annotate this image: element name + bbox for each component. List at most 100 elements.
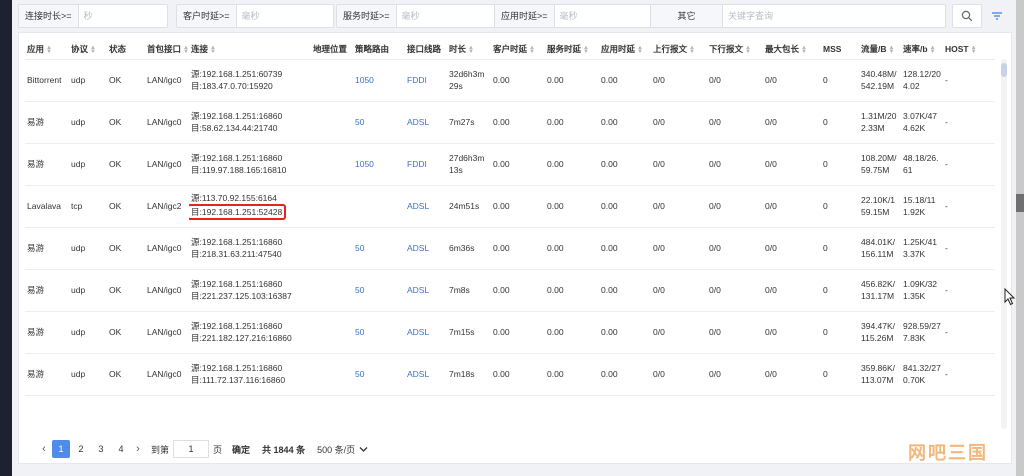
- cell-app-delay: 0.00: [599, 185, 651, 228]
- cell-host: -: [943, 353, 995, 396]
- cell-client-delay: 0.00: [491, 269, 545, 312]
- col-header-duration[interactable]: 时长 ▲ ▼: [447, 39, 491, 60]
- page-3-button[interactable]: 3: [92, 440, 110, 458]
- table-row[interactable]: 易游 udp OK LAN/igc0 源:192.168.1.251:16860…: [25, 227, 995, 270]
- app-area: 连接时长>= 客户时延>= 服务时延>= 应用时延>= 其它: [12, 0, 1016, 476]
- col-header-rate[interactable]: 速率/b ▲ ▼: [901, 39, 943, 60]
- col-header-app[interactable]: 应用 ▲ ▼: [25, 39, 69, 60]
- server-delay-input[interactable]: [396, 5, 495, 27]
- window-scroll-thumb[interactable]: [1016, 194, 1024, 212]
- next-page-button[interactable]: ›: [131, 441, 145, 457]
- table-row[interactable]: 易游 udp OK LAN/igc0 源:192.168.1.251:16860…: [25, 353, 995, 396]
- col-header-up-packets[interactable]: 上行报文 ▲ ▼: [651, 39, 707, 60]
- cell-host: -: [943, 143, 995, 186]
- cell-traffic: 394.47K/115.26M: [859, 311, 901, 354]
- app-delay-input[interactable]: [554, 5, 651, 27]
- cell-policy-route-link[interactable]: 50: [353, 353, 405, 396]
- session-table-wrap: 应用 ▲ ▼ 协议 ▲ ▼ 状态 首包接口 ▲ ▼ 连接 ▲ ▼ 地理位置 策略路由 接口线路 …: [25, 39, 995, 431]
- table-vertical-scrollbar[interactable]: [1001, 59, 1007, 429]
- cell-app-delay: 0.00: [599, 353, 651, 396]
- cell-line-link[interactable]: FDDI: [405, 143, 447, 186]
- cell-line-link[interactable]: ADSL: [405, 227, 447, 270]
- cell-policy-route-link[interactable]: 50: [353, 311, 405, 354]
- col-header-first-iface[interactable]: 首包接口 ▲ ▼: [145, 39, 189, 60]
- cell-status: OK: [107, 185, 145, 228]
- cell-server-delay: 0.00: [545, 269, 599, 312]
- scrollbar-thumb[interactable]: [1001, 63, 1007, 77]
- sort-icon: ▲ ▼: [583, 44, 589, 55]
- cell-connection: 源:192.168.1.251:60739 目:183.47.0.70:15920: [189, 59, 311, 102]
- cell-policy-route-link[interactable]: 1050: [353, 59, 405, 102]
- cell-app: 易游: [25, 353, 69, 396]
- table-row[interactable]: 易游 udp OK LAN/igc0 源:192.168.1.251:16860…: [25, 311, 995, 354]
- mouse-cursor-icon: [1004, 288, 1016, 306]
- pagination: ‹ 1 2 3 4 › 到第 1 页 确定 共 1844 条 500 条/页: [37, 439, 368, 459]
- cell-app-delay: 0.00: [599, 311, 651, 354]
- col-header-client-delay[interactable]: 客户时延 ▲ ▼: [491, 39, 545, 60]
- prev-page-button[interactable]: ‹: [37, 441, 51, 457]
- col-header-traffic[interactable]: 流量/B ▲ ▼: [859, 39, 901, 60]
- cell-policy-route-link[interactable]: 50: [353, 101, 405, 144]
- cell-geo: [311, 59, 353, 102]
- col-header-max-packet[interactable]: 最大包长 ▲ ▼: [763, 39, 821, 60]
- cell-policy-route-link[interactable]: 50: [353, 269, 405, 312]
- client-delay-input[interactable]: [236, 5, 333, 27]
- connection-duration-input[interactable]: [78, 5, 167, 27]
- cell-max-packet: 0/0: [763, 185, 821, 228]
- cell-line-link[interactable]: ADSL: [405, 311, 447, 354]
- conn-source: 源:192.168.1.251:16860: [191, 363, 283, 373]
- sort-icon: ▲ ▼: [468, 44, 474, 55]
- search-button[interactable]: [952, 4, 982, 28]
- chevron-down-icon: [359, 446, 368, 452]
- total-count: 共 1844 条: [262, 444, 306, 455]
- page-1-button[interactable]: 1: [52, 440, 70, 458]
- col-header-app-delay[interactable]: 应用时延 ▲ ▼: [599, 39, 651, 60]
- cell-host: -: [943, 311, 995, 354]
- cell-rate: 928.59/277.83K: [901, 311, 943, 354]
- col-header-host[interactable]: HOST ▲ ▼: [943, 39, 995, 60]
- cell-policy-route-link[interactable]: [353, 185, 405, 228]
- cell-duration: 24m51s: [447, 185, 491, 228]
- conn-destination: 目:58.62.134.44:21740: [191, 123, 278, 133]
- right-edge-strip: [1016, 0, 1024, 476]
- cell-duration: 32d6h3m29s: [447, 59, 491, 102]
- col-header-server-delay[interactable]: 服务时延 ▲ ▼: [545, 39, 599, 60]
- cell-rate: 48.18/26.61: [901, 143, 943, 186]
- page-4-button[interactable]: 4: [112, 440, 130, 458]
- cell-policy-route-link[interactable]: 1050: [353, 143, 405, 186]
- col-header-line: 接口线路: [405, 39, 447, 60]
- col-header-protocol[interactable]: 协议 ▲ ▼: [69, 39, 107, 60]
- cell-traffic: 456.82K/131.17M: [859, 269, 901, 312]
- table-row[interactable]: 易游 udp OK LAN/igc0 源:192.168.1.251:16860…: [25, 143, 995, 186]
- table-header-row: 应用 ▲ ▼ 协议 ▲ ▼ 状态 首包接口 ▲ ▼ 连接 ▲ ▼ 地理位置 策略路由 接口线路 …: [25, 39, 995, 60]
- table-row[interactable]: 易游 udp OK LAN/igc0 源:192.168.1.251:16860…: [25, 269, 995, 312]
- page-size-select[interactable]: 500 条/页: [317, 443, 368, 456]
- cell-line-link[interactable]: FDDI: [405, 59, 447, 102]
- conn-destination: 目:111.72.137.116:16860: [191, 375, 286, 385]
- cell-client-delay: 0.00: [491, 143, 545, 186]
- cell-max-packet: 0/0: [763, 143, 821, 186]
- col-header-connection[interactable]: 连接 ▲ ▼: [189, 39, 311, 60]
- conn-source: 源:113.70.92.155:6164: [191, 193, 277, 203]
- cell-first-iface: LAN/igc0: [145, 269, 189, 312]
- filter-lines-icon: [992, 12, 1002, 20]
- cell-client-delay: 0.00: [491, 353, 545, 396]
- cell-protocol: udp: [69, 143, 107, 186]
- keyword-search-input[interactable]: [723, 5, 945, 27]
- table-row[interactable]: Lavalava tcp OK LAN/igc2 源:113.70.92.155…: [25, 185, 995, 228]
- cell-line-link[interactable]: ADSL: [405, 353, 447, 396]
- cell-policy-route-link[interactable]: 50: [353, 227, 405, 270]
- confirm-button[interactable]: 确定: [232, 443, 250, 456]
- col-header-down-packets[interactable]: 下行报文 ▲ ▼: [707, 39, 763, 60]
- table-row[interactable]: Bittorrent udp OK LAN/igc0 源:192.168.1.2…: [25, 59, 995, 102]
- cell-line-link[interactable]: ADSL: [405, 269, 447, 312]
- cell-line-link[interactable]: ADSL: [405, 185, 447, 228]
- cell-app: 易游: [25, 311, 69, 354]
- page-number-input[interactable]: 1: [173, 440, 210, 458]
- page-2-button[interactable]: 2: [72, 440, 90, 458]
- cell-host: -: [943, 59, 995, 102]
- table-row[interactable]: 易游 udp OK LAN/igc0 源:192.168.1.251:16860…: [25, 101, 995, 144]
- cell-connection: 源:192.168.1.251:16860 目:111.72.137.116:16…: [189, 353, 311, 396]
- cell-line-link[interactable]: ADSL: [405, 101, 447, 144]
- column-filter-button[interactable]: [988, 8, 1006, 24]
